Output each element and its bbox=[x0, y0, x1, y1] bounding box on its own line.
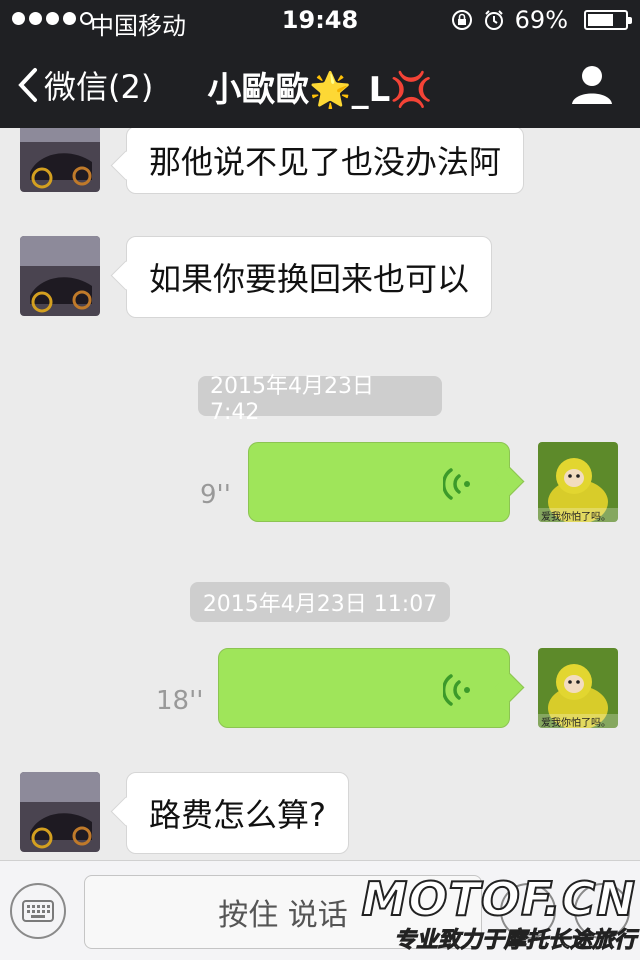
incoming-message[interactable]: 那他说不见了也没办法阿 bbox=[126, 128, 525, 194]
voice-message-bubble[interactable] bbox=[248, 442, 510, 522]
voice-duration: 18'' bbox=[156, 686, 204, 716]
contact-profile-button[interactable] bbox=[570, 62, 614, 106]
more-button[interactable] bbox=[574, 883, 630, 939]
contact-avatar[interactable] bbox=[20, 128, 100, 192]
battery-percent: 69% bbox=[514, 6, 568, 34]
message-text: 如果你要换回来也可以 bbox=[149, 260, 470, 298]
incoming-message[interactable]: 如果你要换回来也可以 bbox=[126, 236, 493, 318]
voice-wave-icon bbox=[443, 674, 470, 706]
message-timestamp: 2015年4月23日 7:42 bbox=[198, 374, 442, 425]
status-right: 69% bbox=[451, 6, 632, 34]
chat-title: 小歐歐🌟_L💢 bbox=[207, 70, 433, 110]
my-avatar[interactable]: 爱我你怕了吗。 bbox=[538, 648, 618, 728]
message-text: 那他说不见了也没办法阿 bbox=[149, 143, 502, 181]
chat-area[interactable]: 那他说不见了也没办法阿 如果你要换回来也可以 2015年4月23日 7:42 9… bbox=[0, 128, 640, 860]
keyboard-toggle-button[interactable] bbox=[10, 883, 66, 939]
input-bar: 按住 说话 bbox=[0, 860, 640, 960]
top-bar: 中国移动 19:48 69% 微信(2) 小歐歐🌟_L💢 bbox=[0, 0, 640, 128]
voice-duration: 9'' bbox=[200, 480, 231, 510]
voice-wave-icon bbox=[443, 468, 470, 500]
nav-bar: 微信(2) 小歐歐🌟_L💢 bbox=[0, 40, 640, 128]
emoji-button[interactable] bbox=[500, 883, 556, 939]
sticker-caption: 爱我你怕了吗。 bbox=[541, 510, 611, 522]
voice-message-bubble[interactable] bbox=[218, 648, 510, 728]
contact-avatar[interactable] bbox=[20, 236, 100, 316]
hold-to-talk-button[interactable]: 按住 说话 bbox=[84, 875, 482, 949]
person-icon bbox=[572, 66, 612, 104]
message-timestamp: 2015年4月23日 11:07 bbox=[190, 582, 450, 622]
keyboard-icon bbox=[22, 900, 54, 922]
message-text: 路费怎么算? bbox=[149, 796, 326, 834]
sticker-caption: 爱我你怕了吗。 bbox=[541, 716, 611, 728]
my-avatar[interactable]: 爱我你怕了吗。 bbox=[538, 442, 618, 522]
alarm-icon bbox=[484, 10, 503, 30]
status-bar: 中国移动 19:48 69% bbox=[0, 0, 640, 40]
rotation-lock-icon bbox=[451, 10, 472, 30]
contact-avatar[interactable] bbox=[20, 772, 100, 852]
incoming-message[interactable]: 路费怎么算? bbox=[126, 772, 349, 854]
battery-icon bbox=[584, 10, 632, 30]
